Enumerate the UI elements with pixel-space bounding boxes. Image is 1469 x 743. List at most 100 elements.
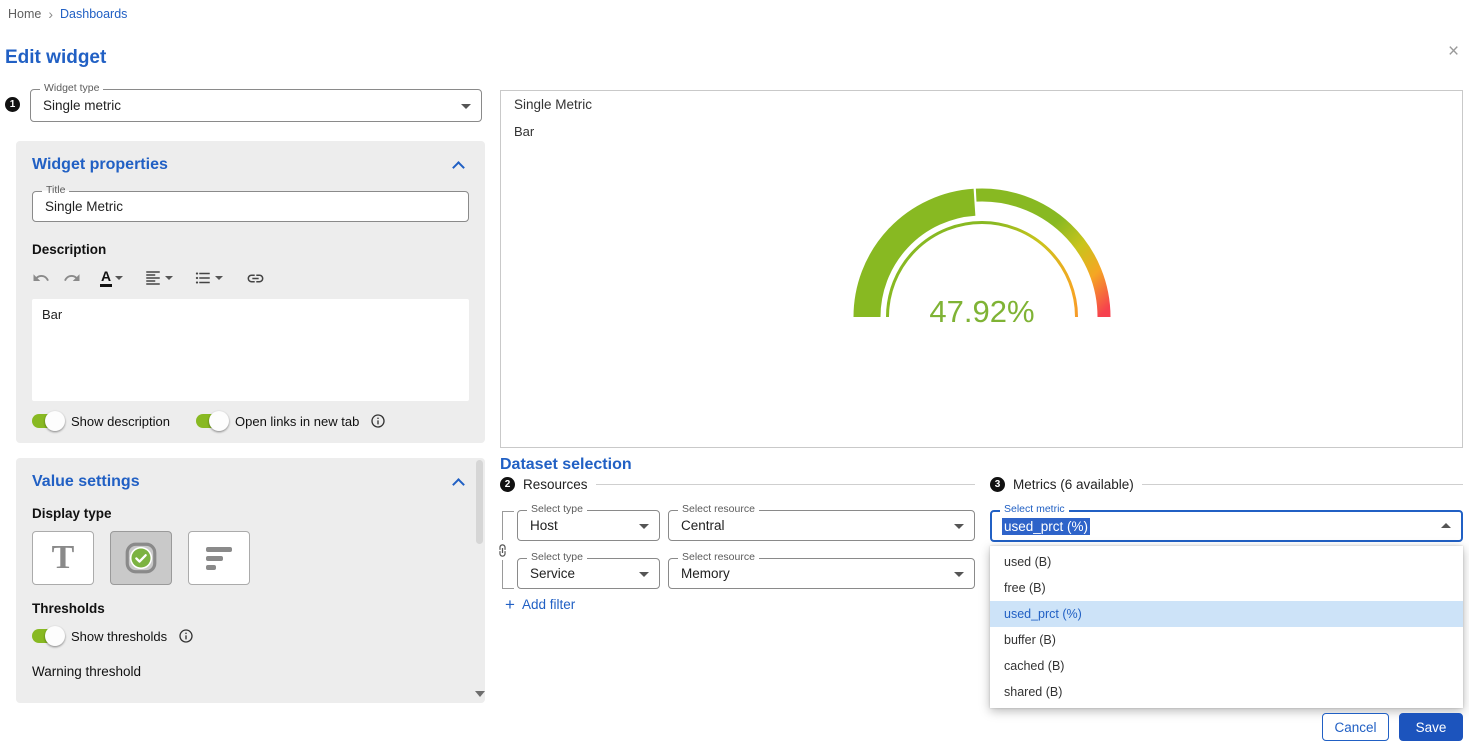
metric-select-value: used_prct (%): [1002, 518, 1090, 535]
save-button[interactable]: Save: [1399, 713, 1463, 741]
value-settings-panel: Value settings Display type T: [16, 458, 485, 703]
select-type-label: Select type: [527, 552, 587, 564]
chevron-down-icon: [954, 572, 964, 577]
widget-preview-panel: Single Metric Bar: [500, 90, 1463, 448]
scrollbar-down-arrow-icon[interactable]: [475, 691, 485, 697]
preview-description: Bar: [514, 124, 534, 139]
collapse-chevron-up-icon[interactable]: [452, 478, 465, 491]
description-text: Bar: [42, 307, 62, 322]
title-field-value: Single Metric: [45, 199, 123, 214]
chevron-down-icon: [165, 276, 173, 280]
toggle-knob: [45, 411, 65, 431]
metric-option[interactable]: shared (B): [990, 679, 1463, 705]
show-description-label: Show description: [71, 414, 170, 429]
close-icon[interactable]: ×: [1448, 42, 1459, 61]
widget-type-select[interactable]: Widget type Single metric: [30, 89, 482, 122]
link-chain-icon: [494, 540, 511, 560]
step-3-badge: 3: [990, 477, 1005, 492]
widget-type-label: Widget type: [40, 83, 103, 95]
description-editor[interactable]: Bar: [32, 299, 469, 401]
warning-threshold-label: Warning threshold: [32, 664, 469, 679]
richtext-toolbar: A: [32, 267, 469, 289]
show-thresholds-label: Show thresholds: [71, 629, 167, 644]
widget-properties-title: Widget properties: [32, 156, 168, 174]
chevron-down-icon: [215, 276, 223, 280]
metric-option[interactable]: used_prct (%): [990, 601, 1463, 627]
divider: [596, 484, 975, 485]
open-links-toggle[interactable]: [196, 414, 226, 428]
redo-icon[interactable]: [63, 269, 81, 287]
resource-select-1[interactable]: Select resource Central: [668, 510, 975, 541]
display-type-label: Display type: [32, 506, 469, 521]
resource-value: Memory: [681, 566, 730, 581]
resource-type-select-1[interactable]: Select type Host: [517, 510, 660, 541]
edit-widget-page: Home › Dashboards Edit widget × 1 Widget…: [0, 0, 1469, 743]
breadcrumb-dashboards-link[interactable]: Dashboards: [60, 7, 127, 21]
chevron-down-icon: [639, 524, 649, 529]
select-metric-label: Select metric: [1000, 504, 1069, 516]
breadcrumb: Home › Dashboards: [8, 4, 127, 24]
bar-display-icon: [206, 547, 232, 570]
show-thresholds-toggle[interactable]: [32, 629, 62, 643]
widget-type-value: Single metric: [43, 98, 121, 113]
list-button[interactable]: [194, 269, 223, 287]
display-type-bar-button[interactable]: [188, 531, 250, 585]
divider: [1142, 484, 1463, 485]
resource-type-select-2[interactable]: Select type Service: [517, 558, 660, 589]
metric-option[interactable]: free (B): [990, 575, 1463, 601]
gauge-display-selected-icon: [123, 540, 159, 576]
step-2-badge: 2: [500, 477, 515, 492]
value-settings-title: Value settings: [32, 473, 140, 491]
metric-select[interactable]: Select metric used_prct (%): [990, 510, 1463, 542]
metric-option[interactable]: used (B): [990, 549, 1463, 575]
show-description-toggle[interactable]: [32, 414, 62, 428]
step-1-badge: 1: [5, 97, 20, 112]
plus-icon: +: [505, 596, 515, 613]
thresholds-label: Thresholds: [32, 601, 469, 616]
select-resource-label: Select resource: [678, 504, 759, 516]
display-type-gauge-button[interactable]: [110, 531, 172, 585]
collapse-chevron-up-icon[interactable]: [452, 161, 465, 174]
cancel-button[interactable]: Cancel: [1322, 713, 1389, 741]
undo-icon[interactable]: [32, 269, 50, 287]
resource-type-value: Service: [530, 566, 575, 581]
toggle-knob: [209, 411, 229, 431]
title-field-label: Title: [42, 185, 69, 197]
add-filter-button[interactable]: + Add filter: [505, 596, 575, 613]
title-field[interactable]: Title Single Metric: [32, 191, 469, 222]
chevron-up-icon: [1441, 523, 1451, 528]
resource-type-value: Host: [530, 518, 558, 533]
info-icon[interactable]: [178, 628, 194, 644]
toggle-knob: [45, 626, 65, 646]
chevron-right-icon: ›: [48, 7, 53, 21]
metric-option[interactable]: cached (B): [990, 653, 1463, 679]
open-links-label: Open links in new tab: [235, 414, 359, 429]
display-type-text-button[interactable]: T: [32, 531, 94, 585]
preview-title: Single Metric: [514, 97, 592, 112]
display-type-options: T: [32, 531, 469, 585]
resource-value: Central: [681, 518, 725, 533]
dataset-selection-title: Dataset selection: [500, 456, 632, 474]
text-color-a-icon: A: [100, 269, 112, 287]
metric-option[interactable]: buffer (B): [990, 627, 1463, 653]
gauge-chart: 47.92%: [827, 165, 1137, 335]
info-icon[interactable]: [370, 413, 386, 429]
resources-label: Resources: [523, 477, 588, 492]
select-resource-label: Select resource: [678, 552, 759, 564]
breadcrumb-home-link[interactable]: Home: [8, 7, 41, 21]
align-button[interactable]: [144, 269, 173, 287]
resources-header: 2 Resources: [500, 477, 975, 492]
chevron-down-icon: [954, 524, 964, 529]
resource-select-2[interactable]: Select resource Memory: [668, 558, 975, 589]
metric-options-menu: used (B) free (B) used_prct (%) buffer (…: [990, 546, 1463, 708]
add-filter-label: Add filter: [522, 597, 575, 612]
chevron-down-icon: [639, 572, 649, 577]
link-icon[interactable]: [246, 269, 265, 288]
text-color-button[interactable]: A: [100, 269, 123, 287]
scrollbar-thumb[interactable]: [476, 460, 483, 544]
page-title: Edit widget: [5, 47, 106, 69]
chevron-down-icon: [115, 276, 123, 280]
select-type-label: Select type: [527, 504, 587, 516]
widget-properties-panel: Widget properties Title Single Metric De…: [16, 141, 485, 443]
description-label: Description: [32, 242, 469, 257]
